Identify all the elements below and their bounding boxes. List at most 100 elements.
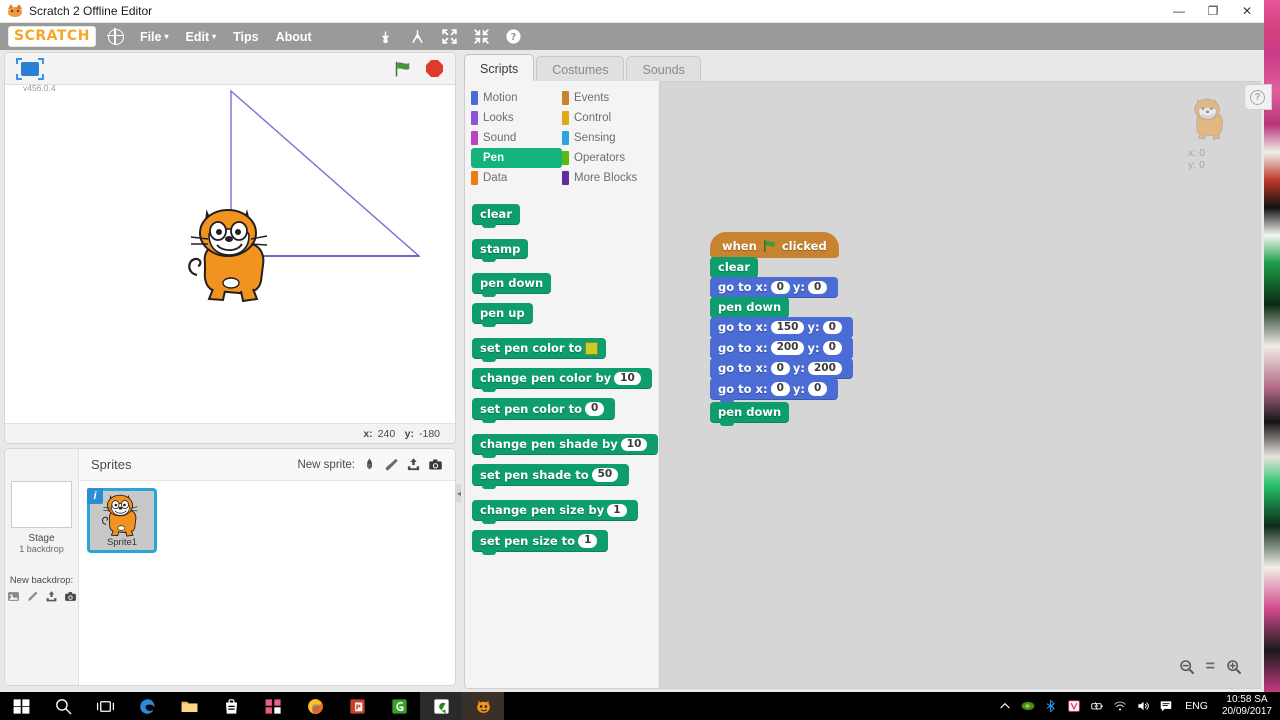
- category-pen[interactable]: Pen: [471, 148, 562, 168]
- task-view-icon[interactable]: [84, 692, 126, 720]
- category-data[interactable]: Data: [471, 168, 562, 188]
- script-stack[interactable]: when clicked clear go to x: 0 y: 0 pen d…: [710, 232, 853, 426]
- block-input[interactable]: 10: [620, 437, 648, 452]
- category-events[interactable]: Events: [562, 88, 653, 108]
- firefox-icon[interactable]: [294, 692, 336, 720]
- upload-icon[interactable]: [45, 590, 58, 603]
- block-input[interactable]: 10: [614, 371, 641, 386]
- search-icon[interactable]: [42, 692, 84, 720]
- presentation-mode-icon[interactable]: [16, 57, 44, 80]
- palette-block-set-pen-color-to-color[interactable]: set pen color to: [472, 337, 659, 362]
- block-input[interactable]: 0: [585, 402, 605, 416]
- zoom-reset-icon[interactable]: =: [1206, 658, 1215, 676]
- sprite-info-badge[interactable]: i: [87, 488, 103, 504]
- minimize-button[interactable]: —: [1162, 0, 1196, 23]
- file-explorer-icon[interactable]: [168, 692, 210, 720]
- block-input-y[interactable]: 200: [807, 361, 842, 376]
- palette-block-set-pen-size-to[interactable]: set pen size to 1: [472, 530, 659, 555]
- tab-scripts[interactable]: Scripts: [464, 54, 535, 82]
- duplicate-icon[interactable]: [377, 28, 394, 45]
- close-button[interactable]: ✕: [1230, 0, 1264, 23]
- category-sound[interactable]: Sound: [471, 128, 562, 148]
- stage-canvas[interactable]: [5, 85, 455, 424]
- scratch-taskbar-icon[interactable]: [462, 692, 504, 720]
- tab-costumes[interactable]: Costumes: [536, 56, 625, 82]
- stage-thumbnail[interactable]: [11, 481, 72, 528]
- show-hidden-icons-icon[interactable]: [998, 699, 1012, 713]
- palette-block-pen-up[interactable]: pen up: [472, 302, 659, 327]
- library-icon[interactable]: [7, 590, 20, 603]
- block-input[interactable]: 50: [591, 468, 619, 482]
- palette-block-change-pen-color-by[interactable]: change pen color by 10: [472, 367, 659, 393]
- volume-icon[interactable]: [1136, 699, 1150, 713]
- stop-sign-icon[interactable]: [426, 60, 443, 77]
- pen-color-swatch[interactable]: [585, 341, 599, 355]
- nvidia-icon[interactable]: [1021, 699, 1035, 713]
- wifi-icon[interactable]: [1113, 699, 1127, 713]
- maximize-button[interactable]: ❐: [1196, 0, 1230, 23]
- notifications-icon[interactable]: [1159, 699, 1173, 713]
- palette-block-clear[interactable]: clear: [472, 204, 659, 228]
- scratch-logo[interactable]: SCRATCH: [8, 26, 96, 47]
- script-block-pen-down-2[interactable]: pen down: [710, 402, 853, 426]
- block-help-icon[interactable]: ?: [505, 28, 522, 45]
- block-input-x[interactable]: 150: [770, 320, 805, 335]
- script-block-go-to-xy-1[interactable]: go to x: 0 y: 0: [710, 276, 853, 302]
- block-input-x[interactable]: 0: [770, 361, 790, 376]
- powerpoint-icon[interactable]: P: [336, 692, 378, 720]
- script-block-go-to-xy-5[interactable]: go to x: 0 y: 0: [710, 378, 853, 404]
- category-sensing[interactable]: Sensing: [562, 128, 653, 148]
- category-operators[interactable]: Operators: [562, 148, 653, 168]
- block-input[interactable]: 1: [607, 503, 627, 518]
- edge-icon[interactable]: [126, 692, 168, 720]
- clock[interactable]: 10:58 SA 20/09/2017: [1222, 694, 1272, 719]
- app-green-c-icon[interactable]: [378, 692, 420, 720]
- menu-file[interactable]: File ▾: [140, 30, 169, 44]
- upload-icon[interactable]: [406, 457, 421, 472]
- app-green-c-active-icon[interactable]: [420, 692, 462, 720]
- block-input-y[interactable]: 0: [807, 382, 828, 397]
- menu-edit[interactable]: Edit ▾: [186, 30, 217, 44]
- palette-block-change-pen-size-by[interactable]: change pen size by 1: [472, 499, 659, 525]
- microsoft-store-icon[interactable]: [210, 692, 252, 720]
- script-block-pen-down-1[interactable]: pen down: [710, 297, 853, 321]
- script-block-go-to-xy-4[interactable]: go to x: 0 y: 200: [710, 357, 853, 383]
- language-indicator[interactable]: ENG: [1185, 700, 1208, 712]
- battery-icon[interactable]: [1090, 699, 1104, 713]
- category-motion[interactable]: Motion: [471, 88, 562, 108]
- zoom-in-icon[interactable]: [1226, 659, 1242, 675]
- paint-icon[interactable]: [384, 457, 399, 472]
- green-flag-icon[interactable]: [393, 60, 412, 78]
- block-input-x[interactable]: 0: [770, 280, 790, 295]
- palette-block-change-pen-shade-by[interactable]: change pen shade by 10: [472, 433, 659, 459]
- category-control[interactable]: Control: [562, 108, 653, 128]
- cat-sprite-on-stage[interactable]: [185, 203, 280, 303]
- menu-about[interactable]: About: [276, 30, 312, 44]
- palette-block-pen-down[interactable]: pen down: [472, 273, 659, 297]
- script-block-go-to-xy-2[interactable]: go to x: 150 y: 0: [710, 316, 853, 342]
- block-input-y[interactable]: 0: [822, 320, 842, 335]
- bluetooth-icon[interactable]: [1044, 699, 1058, 713]
- category-more-blocks[interactable]: More Blocks: [562, 168, 653, 188]
- palette-block-stamp[interactable]: stamp: [472, 238, 659, 263]
- block-input-x[interactable]: 200: [770, 341, 805, 355]
- camera-icon[interactable]: [64, 590, 77, 603]
- start-button[interactable]: [0, 692, 42, 720]
- category-looks[interactable]: Looks: [471, 108, 562, 128]
- palette-block-set-pen-shade-to[interactable]: set pen shade to 50: [472, 464, 659, 489]
- help-panel-tab[interactable]: ?: [1244, 84, 1272, 110]
- globe-icon[interactable]: [107, 27, 124, 45]
- block-input-y[interactable]: 0: [807, 280, 828, 295]
- scripts-canvas[interactable]: x: 0 y: 0 when clicked clear go to x: 0 …: [660, 81, 1261, 689]
- script-block-go-to-xy-3[interactable]: go to x: 200 y: 0: [710, 337, 853, 362]
- sprite-card-sprite1[interactable]: i Sprite1: [87, 488, 157, 553]
- camera-icon[interactable]: [428, 457, 443, 472]
- palette-block-set-pen-color-to-num[interactable]: set pen color to 0: [472, 398, 659, 423]
- office-icon[interactable]: [252, 692, 294, 720]
- shrink-icon[interactable]: [473, 28, 490, 45]
- grow-icon[interactable]: [441, 28, 458, 45]
- script-block-clear[interactable]: clear: [710, 257, 853, 281]
- zoom-out-icon[interactable]: [1179, 659, 1195, 675]
- cut-icon[interactable]: [409, 28, 426, 45]
- library-icon[interactable]: [362, 457, 377, 472]
